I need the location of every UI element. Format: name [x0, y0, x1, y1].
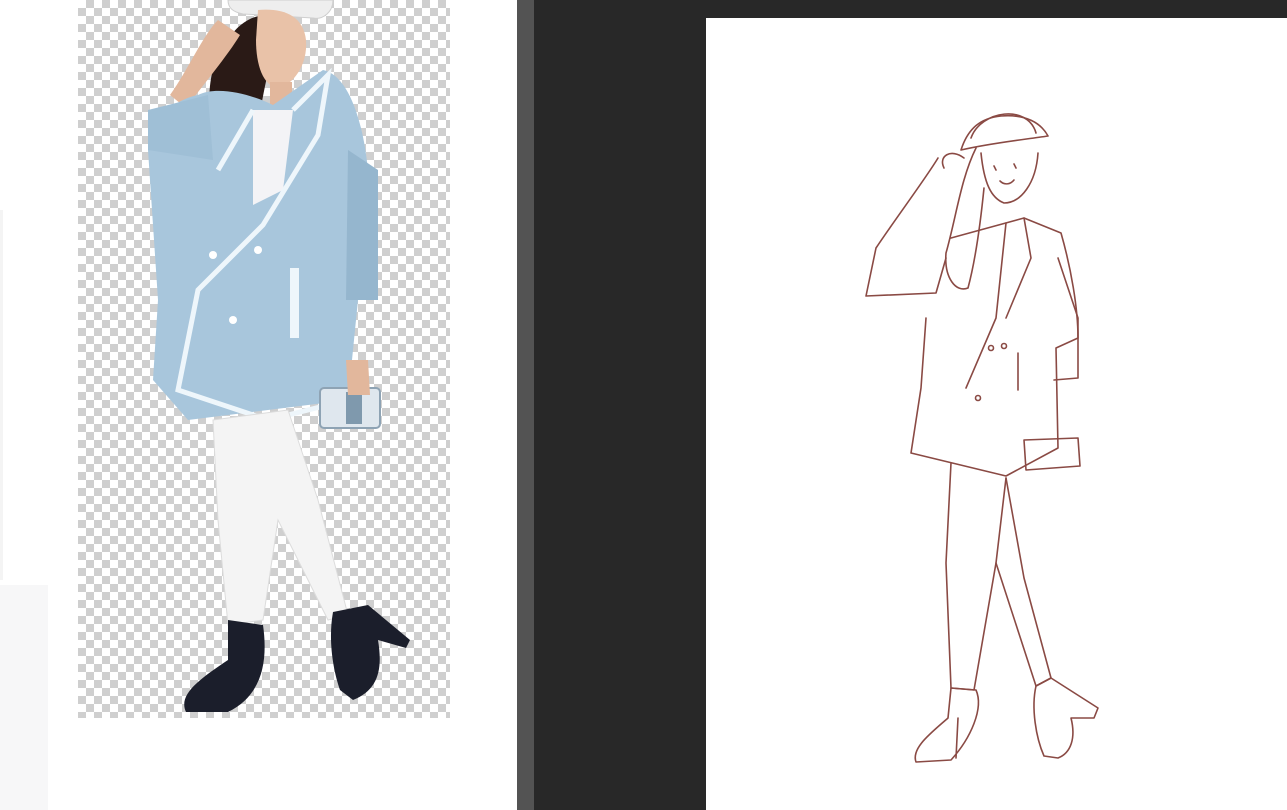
panel-bottom-tint: [0, 585, 48, 810]
drawing-canvas[interactable]: [706, 18, 1287, 810]
sketch-lapel: [965, 217, 1032, 389]
sketch-hat-crown: [970, 113, 1037, 139]
pocket: [290, 268, 299, 338]
reference-photo: [148, 0, 410, 712]
shoe-right: [330, 605, 410, 700]
transparency-grid[interactable]: [78, 0, 450, 718]
face: [256, 9, 307, 88]
sketch-hand: [941, 152, 965, 169]
panel-edge-shade: [0, 210, 3, 580]
shoe-left: [184, 620, 265, 712]
sketch-leg-right: [995, 477, 1052, 687]
reference-document-panel[interactable]: [0, 0, 517, 810]
sketch-button: [974, 394, 982, 402]
sketch-eyes: [993, 163, 1017, 171]
button: [209, 251, 217, 259]
sketch-button: [987, 344, 995, 352]
sketch-raised-arm: [865, 157, 947, 297]
pants: [212, 409, 349, 626]
sketch-sleeve: [1053, 257, 1079, 381]
button: [229, 316, 237, 324]
screen: [0, 0, 1287, 810]
coat-sleeve-right: [346, 150, 378, 300]
sketch-shoe-right: [1033, 677, 1099, 759]
sketch-clutch: [1023, 437, 1081, 471]
sketch-mouth: [999, 179, 1015, 185]
button: [254, 246, 262, 254]
sketch-coat: [910, 217, 1079, 477]
hand: [346, 360, 370, 395]
sketch-face: [980, 152, 1039, 204]
panel-splitter[interactable]: [517, 0, 534, 810]
sketch-shoe-left: [914, 687, 980, 763]
line-sketch: [865, 113, 1099, 763]
coat-sleeve-left: [148, 95, 213, 160]
sketch-leg-left: [945, 462, 1007, 691]
sketch-button: [1000, 342, 1008, 350]
clutch-strap: [346, 392, 362, 424]
sketch-hair: [945, 147, 985, 290]
